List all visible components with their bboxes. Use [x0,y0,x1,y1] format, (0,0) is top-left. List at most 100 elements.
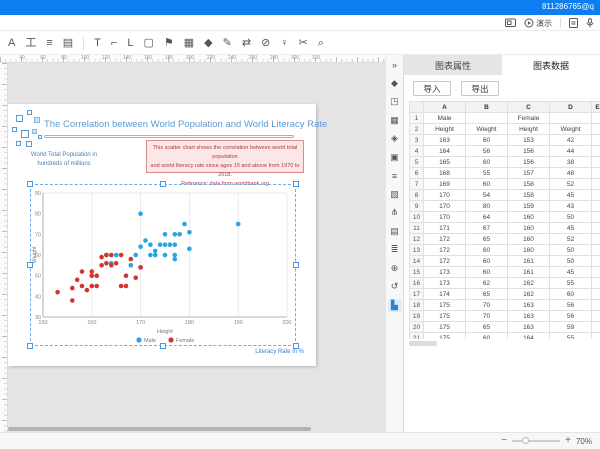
cell[interactable]: 42 [550,135,592,146]
cell[interactable]: Female [508,113,550,124]
cell[interactable]: 172 [424,256,466,267]
cell[interactable]: 60 [550,289,592,300]
cell[interactable]: 165 [424,157,466,168]
cell[interactable] [592,223,600,234]
cell[interactable] [592,300,600,311]
cell[interactable] [550,113,592,124]
cell[interactable]: 156 [508,146,550,157]
cell[interactable]: 175 [424,322,466,333]
cell[interactable]: 170 [424,190,466,201]
cell[interactable]: 161 [508,256,550,267]
row-number[interactable]: 14 [410,256,424,267]
cell[interactable]: 162 [508,278,550,289]
cell[interactable]: 55 [550,333,592,340]
outline-icon[interactable]: ≣ [388,243,402,256]
text-orientation-icon[interactable]: 工 [25,38,36,49]
snapshot-icon[interactable] [569,18,578,28]
resize-handle-tr[interactable] [293,181,299,187]
row-number[interactable]: 18 [410,300,424,311]
zoom-out-button[interactable]: − [501,436,507,446]
resize-handle-bl[interactable] [27,343,33,349]
text-box-icon[interactable]: T [94,38,101,49]
canvas[interactable]: The Correlation between World Population… [8,63,385,432]
row-number[interactable]: 1 [410,113,424,124]
cut-icon[interactable]: ✂ [299,38,308,49]
cell[interactable]: 175 [424,300,466,311]
zoom-slider-thumb[interactable] [522,437,529,444]
cell[interactable]: 170 [424,212,466,223]
cell[interactable]: 60 [466,256,508,267]
cell[interactable]: 60 [466,333,508,340]
collapse-panel-icon[interactable]: » [388,58,402,71]
cell[interactable] [592,168,600,179]
fill-color-icon[interactable]: ◆ [204,38,212,49]
square-shape[interactable] [12,127,17,132]
account-email[interactable]: 811286765@q [542,2,594,11]
column-header[interactable]: E [592,102,600,113]
align-icon[interactable]: ≡ [46,38,52,49]
resize-handle-tl[interactable] [27,181,33,187]
present-button[interactable]: 演示 [524,18,552,29]
cell[interactable]: 38 [550,157,592,168]
cell[interactable]: 170 [424,201,466,212]
zoom-slider[interactable] [512,440,560,442]
cell[interactable]: 50 [550,212,592,223]
fill-style-icon[interactable]: ◆ [388,77,402,90]
row-number[interactable]: 16 [410,278,424,289]
cell[interactable]: 168 [424,168,466,179]
cell[interactable]: 160 [508,212,550,223]
symbol-library-icon[interactable]: ▦ [388,114,402,127]
row-number[interactable]: 19 [410,311,424,322]
cell[interactable] [592,245,600,256]
resize-handle-tm[interactable] [160,181,166,187]
row-number[interactable]: 8 [410,190,424,201]
cell[interactable]: 160 [508,245,550,256]
row-number[interactable]: 12 [410,234,424,245]
line-style-icon[interactable]: ⇄ [242,38,251,49]
cell[interactable] [592,113,600,124]
cell[interactable] [592,201,600,212]
corner-cell[interactable] [410,102,424,113]
cell[interactable]: Height [424,124,466,135]
cell[interactable]: 153 [508,135,550,146]
export-button[interactable]: 导出 [461,81,499,96]
cell[interactable]: 80 [466,201,508,212]
column-header[interactable]: A [424,102,466,113]
cell[interactable] [592,212,600,223]
cell[interactable]: 54 [466,190,508,201]
cell[interactable]: 70 [466,300,508,311]
cell[interactable]: Height [508,124,550,135]
cell[interactable] [592,267,600,278]
layers-icon[interactable]: ◈ [388,132,402,145]
magnifier-icon[interactable]: ⌕ [318,38,324,49]
cell[interactable]: 173 [424,267,466,278]
scatter-chart[interactable]: 15016017018019020030405060708090HeightWe… [31,185,295,345]
cell[interactable] [592,333,600,340]
annotation-box[interactable]: This scatter chart shows the correlation… [146,140,304,173]
cell[interactable]: 60 [466,267,508,278]
cell[interactable] [592,124,600,135]
cell[interactable]: 163 [508,322,550,333]
cell[interactable]: 65 [466,234,508,245]
cell[interactable]: 64 [466,212,508,223]
cell[interactable]: 62 [466,278,508,289]
font-color-icon[interactable]: A [8,38,15,49]
cell[interactable] [592,311,600,322]
fit-window-icon[interactable]: ⊕ [388,262,402,275]
drawing-page[interactable]: The Correlation between World Population… [8,104,316,366]
cell[interactable]: 60 [466,135,508,146]
column-header[interactable]: D [550,102,592,113]
cell[interactable]: 160 [508,234,550,245]
erase-icon[interactable]: ⊘ [261,38,270,49]
cell[interactable]: 173 [424,278,466,289]
cell[interactable]: Weight [466,124,508,135]
square-shape[interactable] [34,117,40,123]
tab-chart-data[interactable]: 图表数据 [502,55,600,75]
row-number[interactable]: 5 [410,157,424,168]
cell[interactable]: 45 [550,267,592,278]
cell[interactable] [592,256,600,267]
cell[interactable]: 163 [508,311,550,322]
cell[interactable]: 52 [550,234,592,245]
history-icon[interactable]: ↺ [388,280,402,293]
cell[interactable]: 56 [550,300,592,311]
